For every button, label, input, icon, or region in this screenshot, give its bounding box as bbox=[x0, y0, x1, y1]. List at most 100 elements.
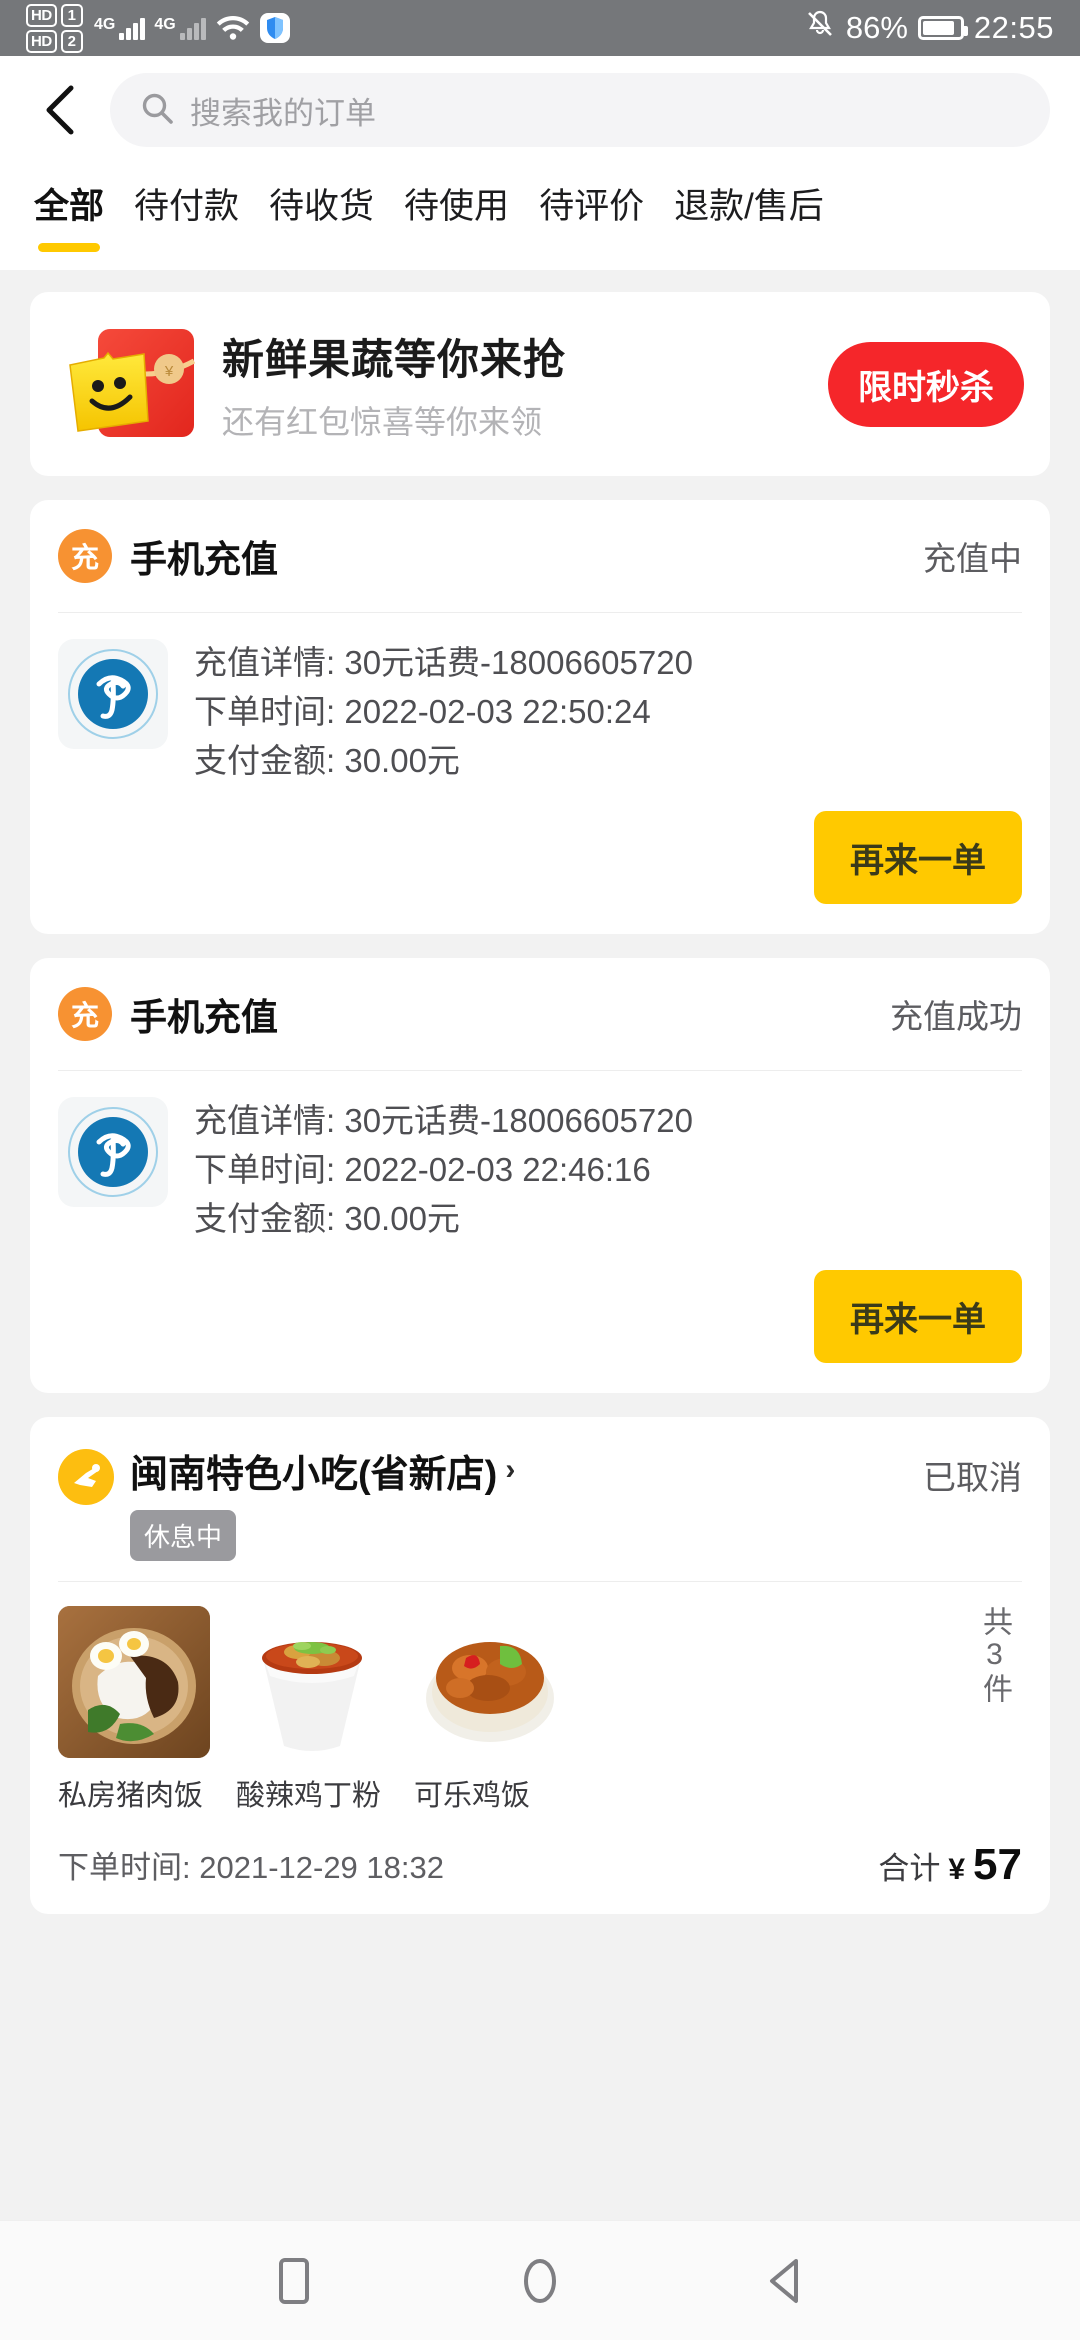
back-button[interactable] bbox=[30, 79, 92, 141]
chevron-left-icon bbox=[46, 85, 74, 135]
signal-bars-sim2 bbox=[179, 16, 206, 40]
china-telecom-logo bbox=[58, 639, 168, 749]
order-time: 下单时间: 2022-02-03 22:46:16 bbox=[194, 1151, 651, 1189]
order-card-actions: 再来一单 bbox=[58, 1244, 1022, 1393]
tab-awaiting-use[interactable]: 待使用 bbox=[404, 174, 509, 252]
list-item[interactable]: 可乐鸡饭 bbox=[414, 1605, 566, 1814]
battery-percent: 86% bbox=[845, 10, 908, 45]
item-count: 共3件 bbox=[978, 1605, 1011, 1705]
list-item[interactable]: 私房猪肉饭 bbox=[58, 1605, 210, 1814]
tab-active-indicator bbox=[38, 243, 100, 252]
signal-bars-sim1 bbox=[119, 16, 146, 40]
paid-amount: 支付金额: 30.00元 bbox=[194, 741, 460, 779]
promo-banner[interactable]: ¥ 新鲜果蔬等你来抢 还有红包惊喜等你来领 限时秒杀 bbox=[30, 292, 1050, 476]
shop-name[interactable]: 闽南特色小吃(省新店) › bbox=[130, 1443, 515, 1498]
order-status-tabs: 全部 待付款 待收货 待使用 待评价 退款/售后 bbox=[0, 164, 1080, 270]
order-items: 私房猪肉饭 酸辣鸡丁粉 可乐鸡饭 共3件 bbox=[58, 1582, 1022, 1820]
hd-label-sim2: HD bbox=[26, 29, 57, 53]
total-value: 57 bbox=[973, 1839, 1022, 1889]
shop-info: 闽南特色小吃(省新店) › 休息中 bbox=[130, 1443, 515, 1561]
status-bar: HD 1 HD 2 4G 4G 86% 22:55 bbox=[0, 0, 1080, 56]
order-card-header: 充 手机充值 充值中 bbox=[58, 500, 1022, 612]
order-time: 下单时间: 2021-12-29 18:32 bbox=[58, 1850, 444, 1886]
pork-rice-bowl-photo bbox=[58, 1605, 210, 1758]
network-type-sim1: 4G bbox=[94, 16, 116, 33]
order-card-recharge-2[interactable]: 充 手机充值 充值成功 充值详情: 30元话费-18006605720 下单时间… bbox=[30, 958, 1050, 1393]
order-status: 充值中 bbox=[923, 540, 1022, 577]
item-name: 可乐鸡饭 bbox=[414, 1779, 531, 1812]
network-type-sim2: 4G bbox=[154, 16, 176, 33]
item-name: 私房猪肉饭 bbox=[58, 1779, 204, 1812]
order-card-recharge-1[interactable]: 充 手机充值 充值中 充值详情: 30元话费-18006605720 下单时间:… bbox=[30, 500, 1050, 935]
chevron-right-icon: › bbox=[505, 1453, 516, 1487]
tab-awaiting-delivery[interactable]: 待收货 bbox=[269, 174, 374, 252]
dual-sim-indicator: HD 1 HD 2 bbox=[26, 3, 84, 53]
page-header: 搜索我的订单 bbox=[0, 56, 1080, 164]
search-icon bbox=[140, 91, 174, 130]
recharge-detail: 充值详情: 30元话费-18006605720 bbox=[194, 644, 693, 681]
order-card-body: 充值详情: 30元话费-18006605720 下单时间: 2022-02-03… bbox=[58, 613, 1022, 785]
reorder-button[interactable]: 再来一单 bbox=[814, 811, 1022, 905]
signal-sim2: 4G bbox=[154, 16, 206, 40]
order-detail-lines: 充值详情: 30元话费-18006605720 下单时间: 2022-02-03… bbox=[194, 1097, 1022, 1243]
order-detail-lines: 充值详情: 30元话费-18006605720 下单时间: 2022-02-03… bbox=[194, 639, 1022, 785]
tab-awaiting-review[interactable]: 待评价 bbox=[539, 174, 644, 252]
order-card-header: 充 手机充值 充值成功 bbox=[58, 958, 1022, 1070]
tab-awaiting-delivery-label: 待收货 bbox=[269, 187, 375, 226]
banner-subtitle: 还有红包惊喜等你来领 bbox=[222, 403, 543, 440]
circle-home-icon[interactable] bbox=[497, 2238, 583, 2324]
banner-text: 新鲜果蔬等你来抢 还有红包惊喜等你来领 bbox=[222, 326, 818, 443]
red-envelope-icon: ¥ bbox=[56, 309, 206, 459]
recharge-detail: 充值详情: 30元话费-18006605720 bbox=[194, 1102, 693, 1140]
search-bar[interactable]: 搜索我的订单 bbox=[110, 73, 1050, 147]
tab-all-label: 全部 bbox=[34, 187, 105, 226]
order-status: 充值成功 bbox=[890, 998, 1022, 1036]
order-title: 手机充值 bbox=[130, 997, 278, 1039]
status-bar-left: HD 1 HD 2 4G 4G bbox=[26, 3, 290, 53]
system-nav-bar bbox=[0, 2220, 1080, 2340]
reorder-button[interactable]: 再来一单 bbox=[814, 1269, 1022, 1363]
order-card-actions: 再来一单 bbox=[58, 785, 1022, 934]
tab-awaiting-use-label: 待使用 bbox=[404, 187, 510, 226]
delivery-rider-icon bbox=[58, 1448, 114, 1505]
wifi-icon bbox=[215, 12, 251, 45]
battery-icon bbox=[917, 16, 968, 40]
search-input[interactable]: 搜索我的订单 bbox=[190, 88, 376, 133]
shop-header[interactable]: 闽南特色小吃(省新店) › 休息中 已取消 bbox=[58, 1417, 1022, 1581]
recharge-icon: 充 bbox=[58, 987, 112, 1042]
order-card-restaurant[interactable]: 闽南特色小吃(省新店) › 休息中 已取消 私房猪肉饭 酸辣鸡丁粉 可乐鸡饭 共… bbox=[30, 1416, 1050, 1914]
shop-order-footer: 下单时间: 2021-12-29 18:32 合计 ¥ 57 bbox=[58, 1820, 1022, 1914]
triangle-back-icon[interactable] bbox=[743, 2238, 829, 2324]
currency-symbol: ¥ bbox=[948, 1852, 966, 1886]
order-status: 已取消 bbox=[923, 1458, 1022, 1496]
sim2-number: 2 bbox=[60, 29, 84, 53]
hd-label-sim1: HD bbox=[26, 3, 57, 27]
order-total: 合计 ¥ 57 bbox=[878, 1840, 1022, 1890]
cola-chicken-rice-photo bbox=[414, 1605, 566, 1758]
hot-sour-chicken-noodle-photo bbox=[236, 1605, 388, 1758]
status-clock: 22:55 bbox=[973, 10, 1054, 45]
tab-unpaid-label: 待付款 bbox=[134, 187, 240, 226]
recharge-icon: 充 bbox=[58, 529, 112, 583]
tab-unpaid[interactable]: 待付款 bbox=[134, 174, 239, 252]
order-time: 下单时间: 2022-02-03 22:50:24 bbox=[194, 692, 651, 730]
square-recents-icon[interactable] bbox=[251, 2238, 337, 2324]
flash-sale-button[interactable]: 限时秒杀 bbox=[828, 341, 1024, 427]
svg-text:¥: ¥ bbox=[164, 363, 174, 380]
tab-refund-aftersales-label: 退款/售后 bbox=[674, 187, 824, 226]
status-badge-resting: 休息中 bbox=[130, 1509, 237, 1561]
china-telecom-logo bbox=[58, 1097, 168, 1208]
app-root: HD 1 HD 2 4G 4G 86% 22:55 搜索我的订单 全部 待付款 … bbox=[0, 0, 1080, 2340]
status-bar-right: 86% 22:55 bbox=[804, 8, 1054, 48]
list-item[interactable]: 酸辣鸡丁粉 bbox=[236, 1605, 388, 1814]
order-list[interactable]: ¥ 新鲜果蔬等你来抢 还有红包惊喜等你来领 限时秒杀 充 手机充值 充值中 充值… bbox=[0, 270, 1080, 2220]
item-name: 酸辣鸡丁粉 bbox=[236, 1779, 382, 1812]
signal-sim1: 4G bbox=[94, 16, 146, 40]
order-card-body: 充值详情: 30元话费-18006605720 下单时间: 2022-02-03… bbox=[58, 1071, 1022, 1243]
paid-amount: 支付金额: 30.00元 bbox=[194, 1200, 460, 1238]
tab-awaiting-review-label: 待评价 bbox=[539, 187, 645, 226]
shield-icon bbox=[259, 13, 290, 43]
tab-all[interactable]: 全部 bbox=[34, 174, 104, 252]
tab-refund-aftersales[interactable]: 退款/售后 bbox=[674, 174, 824, 252]
banner-title: 新鲜果蔬等你来抢 bbox=[222, 335, 567, 383]
